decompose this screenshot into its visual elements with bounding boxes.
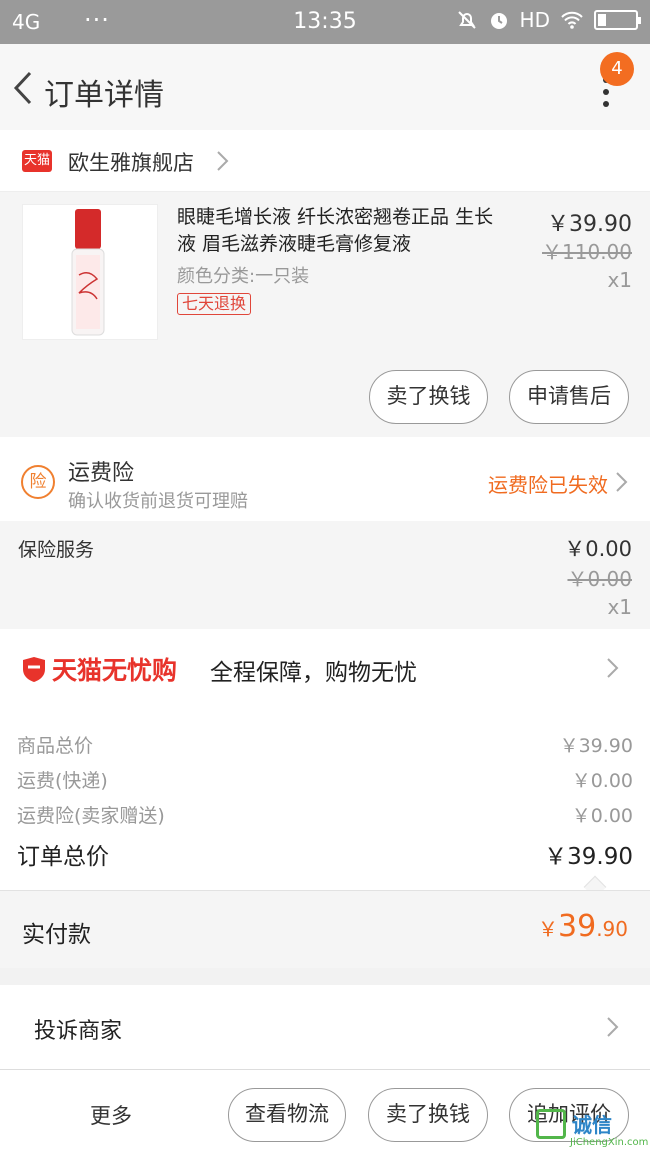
paid-label: 实付款	[22, 922, 91, 948]
price-summary: 商品总价 ￥39.90 运费(快递) ￥0.00 运费险(卖家赠送) ￥0.00…	[0, 709, 650, 899]
wifi-icon	[561, 11, 583, 29]
summary-row: 运费(快递) ￥0.00	[17, 766, 633, 793]
summary-value: ￥39.90	[559, 735, 633, 757]
product-card: 眼睫毛增长液 纤长浓密翘卷正品 生长液 眉毛滋养液睫毛膏修复液 颜色分类:一只装…	[0, 192, 650, 437]
summary-label: 运费险(卖家赠送)	[17, 805, 165, 827]
shield-icon	[23, 657, 45, 682]
chevron-right-icon	[616, 472, 628, 492]
service-original-price: ￥0.00	[567, 567, 632, 591]
view-logistics-button[interactable]: 查看物流	[228, 1088, 346, 1142]
product-original-price: ￥110.00	[542, 240, 632, 264]
product-image[interactable]	[22, 204, 158, 340]
page-title: 订单详情	[44, 78, 164, 113]
store-name[interactable]: 欧生雅旗舰店	[68, 147, 194, 177]
complain-merchant-row[interactable]: 投诉商家	[0, 985, 650, 1069]
sell-button[interactable]: 卖了换钱	[369, 370, 488, 424]
insurance-service-row: 保险服务 ￥0.00 ￥0.00 x1	[0, 521, 650, 629]
nav-bar: 订单详情 4	[0, 44, 650, 130]
guarantee-text: 全程保障，购物无忧	[210, 660, 417, 686]
after-sale-button[interactable]: 申请售后	[509, 370, 629, 424]
chevron-right-icon	[607, 1017, 619, 1037]
summary-value: ￥0.00	[571, 805, 633, 827]
sell-button-bottom[interactable]: 卖了换钱	[368, 1088, 488, 1142]
paid-amount: ￥39.90	[538, 909, 628, 944]
service-price: ￥0.00	[564, 537, 632, 561]
tmall-logo: 天猫	[22, 150, 52, 172]
product-spec: 颜色分类:一只装	[177, 266, 310, 287]
summary-value: ￥0.00	[571, 770, 633, 792]
product-title[interactable]: 眼睫毛增长液 纤长浓密翘卷正品 生长液 眉毛滋养液睫毛膏修复液	[177, 204, 502, 258]
more-button[interactable]: 更多	[90, 1100, 132, 1130]
order-total-value: ￥39.90	[544, 844, 633, 870]
complain-label: 投诉商家	[34, 1019, 123, 1044]
mute-icon	[457, 11, 476, 29]
status-icons: HD	[456, 8, 641, 32]
summary-row: 运费险(卖家赠送) ￥0.00	[17, 801, 633, 828]
return-policy-tag: 七天退换	[177, 293, 252, 315]
insurance-subtitle: 确认收货前退货可理赔	[68, 491, 248, 512]
service-label: 保险服务	[18, 539, 95, 561]
notification-badge: 4	[600, 52, 634, 86]
tmall-guarantee-row[interactable]: 天猫无忧购 全程保障，购物无忧	[0, 629, 650, 709]
insurance-status[interactable]: 运费险已失效	[488, 469, 608, 498]
hd-indicator: HD	[519, 8, 550, 32]
chevron-right-icon	[217, 151, 229, 171]
product-price: ￥39.90	[547, 212, 632, 237]
guarantee-brand: 天猫无忧购	[52, 656, 178, 685]
order-total-label: 订单总价	[17, 844, 109, 870]
summary-row: 商品总价 ￥39.90	[17, 731, 633, 758]
product-quantity: x1	[607, 268, 632, 292]
insurance-title: 运费险	[68, 461, 135, 486]
summary-label: 运费(快递)	[17, 770, 108, 792]
order-total-row: 订单总价 ￥39.90	[17, 837, 633, 871]
status-bar: 4G ··· 13:35 HD	[0, 0, 650, 44]
alarm-icon	[490, 13, 507, 29]
back-icon[interactable]	[10, 70, 38, 106]
chevron-right-icon	[607, 658, 619, 678]
shipping-insurance-row[interactable]: 险 运费险 确认收货前退货可理赔 运费险已失效	[0, 437, 650, 521]
service-quantity: x1	[607, 595, 632, 619]
paid-amount-row: 实付款 ￥39.90	[0, 890, 650, 968]
battery-icon	[594, 10, 641, 30]
insurance-icon: 险	[21, 465, 55, 499]
summary-label: 商品总价	[17, 735, 94, 757]
watermark-logo: 诚信 JiChengXin.com	[530, 1103, 650, 1155]
store-row[interactable]: 天猫 欧生雅旗舰店	[0, 130, 650, 192]
